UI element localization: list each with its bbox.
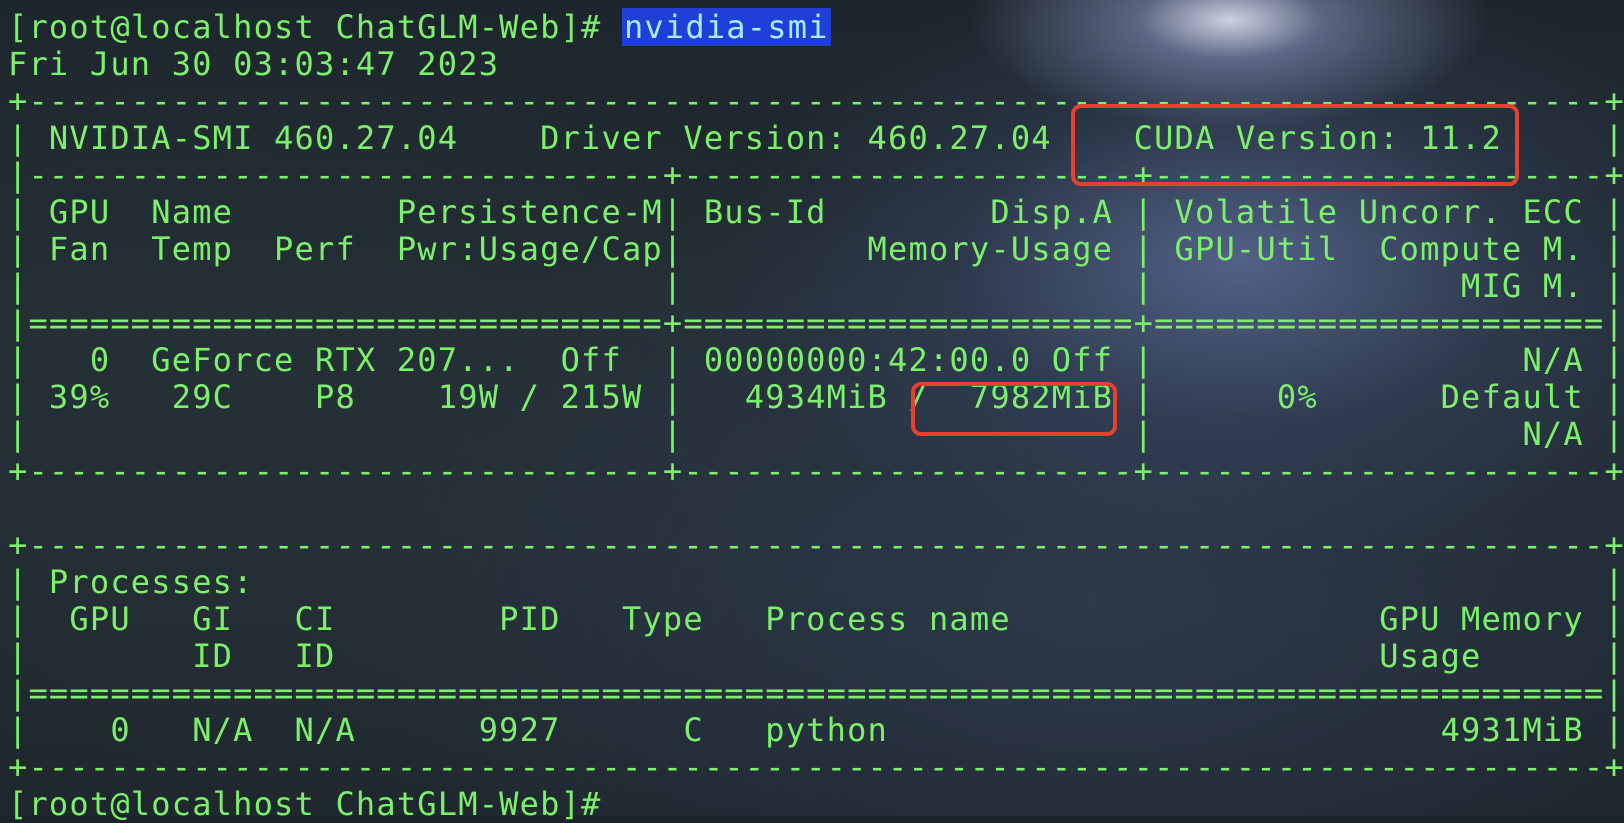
- process-border-top: +---------------------------------------…: [8, 526, 1624, 564]
- header-divider: |===============================+=======…: [8, 304, 1624, 342]
- gpu-row-1: | 0 GeForce RTX 207... Off | 00000000:42…: [8, 341, 1624, 379]
- header-row-3: | | | MIG M. |: [8, 267, 1624, 305]
- process-header-row-2: | ID ID Usage |: [8, 637, 1624, 675]
- processes-title: | Processes: |: [8, 563, 1624, 601]
- table-border-bottom: +-------------------------------+-------…: [8, 452, 1624, 490]
- table-separator: |-------------------------------+-------…: [8, 156, 1624, 194]
- table-border-top: +---------------------------------------…: [8, 82, 1624, 120]
- process-row: | 0 N/A N/A 9927 C python 4931MiB |: [8, 711, 1624, 749]
- terminal-output[interactable]: [root@localhost ChatGLM-Web]# nvidia-smi…: [8, 8, 1624, 823]
- version-line: | NVIDIA-SMI 460.27.04 Driver Version: 4…: [8, 119, 1624, 157]
- process-header-divider: |=======================================…: [8, 674, 1624, 712]
- shell-prompt: [root@localhost ChatGLM-Web]#: [8, 8, 622, 46]
- next-prompt-line: [root@localhost ChatGLM-Web]#: [8, 785, 602, 823]
- timestamp-line: Fri Jun 30 03:03:47 2023: [8, 45, 500, 83]
- header-row-2: | Fan Temp Perf Pwr:Usage/Cap| Memory-Us…: [8, 230, 1624, 268]
- process-border-bottom: +---------------------------------------…: [8, 748, 1624, 786]
- gpu-row-2: | 39% 29C P8 19W / 215W | 4934MiB / 7982…: [8, 378, 1624, 416]
- gpu-row-3: | | | N/A |: [8, 415, 1624, 453]
- command-text: nvidia-smi: [621, 8, 831, 46]
- command-prompt-line: [root@localhost ChatGLM-Web]# nvidia-smi: [8, 8, 831, 46]
- header-row-1: | GPU Name Persistence-M| Bus-Id Disp.A …: [8, 193, 1624, 231]
- process-header-row-1: | GPU GI CI PID Type Process name GPU Me…: [8, 600, 1624, 638]
